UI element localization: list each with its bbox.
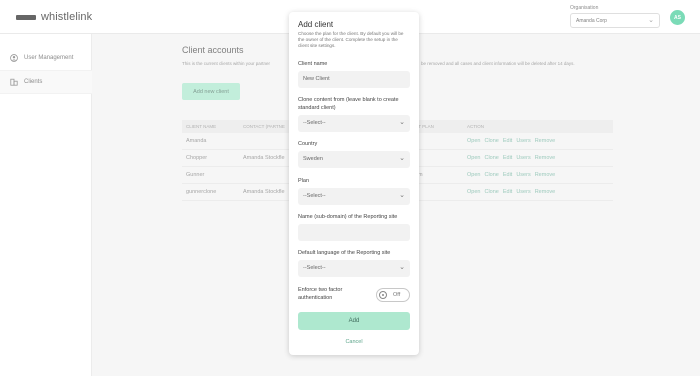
toggle-knob <box>379 291 387 299</box>
default-language-label: Default language of the Reporting site <box>298 250 391 256</box>
plan-value: --Select-- <box>303 193 326 199</box>
clone-content-label: Clone content from (leave blank to creat… <box>298 97 399 111</box>
chevron-down-icon: ⌄ <box>399 119 405 126</box>
cancel-link[interactable]: Cancel <box>289 339 419 345</box>
country-label: Country <box>298 141 318 147</box>
subdomain-input[interactable] <box>298 224 410 241</box>
add-client-dialog: Add client Choose the plan for the clien… <box>289 12 419 355</box>
two-factor-label: Enforce two factor authentication <box>298 287 343 301</box>
clone-content-select[interactable]: --Select-- ⌄ <box>298 115 410 132</box>
clone-content-value: --Select-- <box>303 120 326 126</box>
toggle-state-label: Off <box>393 292 401 298</box>
default-language-value: --Select-- <box>303 265 326 271</box>
chevron-down-icon: ⌄ <box>399 155 405 162</box>
default-language-select[interactable]: --Select-- ⌄ <box>298 260 410 277</box>
plan-select[interactable]: --Select-- ⌄ <box>298 188 410 205</box>
chevron-down-icon: ⌄ <box>399 264 405 271</box>
client-name-input[interactable]: New Client <box>298 71 410 88</box>
dialog-description: Choose the plan for the client. By defau… <box>298 31 404 48</box>
client-name-placeholder: New Client <box>303 76 330 82</box>
dialog-title: Add client <box>298 20 334 29</box>
add-button[interactable]: Add <box>298 312 410 330</box>
country-select[interactable]: Sweden ⌄ <box>298 151 410 168</box>
two-factor-toggle[interactable]: Off <box>376 288 410 302</box>
client-name-label: Client name <box>298 61 328 67</box>
country-value: Sweden <box>303 156 323 162</box>
plan-label: Plan <box>298 178 310 184</box>
subdomain-label: Name (sub-domain) of the Reporting site <box>298 214 398 220</box>
chevron-down-icon: ⌄ <box>399 192 405 199</box>
